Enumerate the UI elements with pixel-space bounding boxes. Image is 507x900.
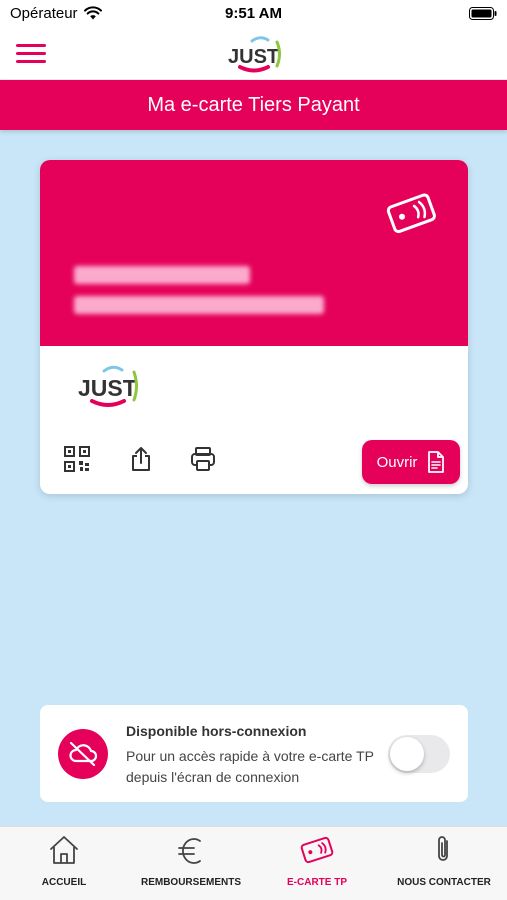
e-card: JUST Ouvrir: [40, 160, 468, 494]
blurred-holder-number: [74, 296, 324, 314]
card-header: [40, 160, 468, 346]
brand-logo: JUST: [228, 36, 281, 73]
document-icon: [428, 451, 445, 473]
page-title: Ma e-carte Tiers Payant: [147, 94, 360, 116]
euro-icon: [178, 838, 201, 864]
tab-label: REMBOURSEMENTS: [140, 877, 241, 888]
tab-nous-contacter[interactable]: NOUS CONTACTER: [392, 827, 496, 900]
tab-e-carte-tp[interactable]: E-CARTE TP: [272, 827, 362, 900]
tab-label: ACCUEIL: [41, 877, 87, 888]
open-card-button[interactable]: Ouvrir: [362, 440, 460, 484]
bottom-tab-bar: ACCUEIL REMBOURSEMENTS E-CARTE TP NOUS C…: [0, 826, 507, 900]
clock: 9:51 AM: [225, 5, 282, 22]
qr-code-icon[interactable]: [64, 446, 90, 472]
page-title-band: Ma e-carte Tiers Payant: [0, 80, 507, 130]
status-bar: Opérateur 9:51 AM: [0, 0, 507, 28]
contactless-card-icon: [386, 193, 436, 234]
share-icon[interactable]: [129, 446, 153, 472]
svg-text:JUST: JUST: [228, 46, 279, 68]
open-card-label: Ouvrir: [376, 453, 418, 471]
home-icon: [50, 836, 78, 864]
toggle-knob: [390, 737, 424, 771]
tab-label: NOUS CONTACTER: [397, 877, 491, 888]
tab-label: E-CARTE TP: [287, 877, 347, 888]
tab-remboursements[interactable]: REMBOURSEMENTS: [132, 827, 250, 900]
tab-accueil[interactable]: ACCUEIL: [18, 827, 110, 900]
app-header: JUST: [0, 28, 507, 80]
battery-icon: [469, 7, 497, 20]
card-brand-logo: JUST: [78, 365, 138, 407]
svg-text:JUST: JUST: [78, 375, 137, 401]
offline-panel: Disponible hors-connexion Pour un accès …: [40, 705, 468, 802]
offline-description: Pour un accès rapide à votre e-carte TP …: [126, 748, 374, 785]
offline-toggle[interactable]: [388, 735, 450, 773]
cloud-off-icon: [58, 729, 108, 779]
hamburger-menu-icon[interactable]: [16, 41, 46, 65]
print-icon[interactable]: [190, 446, 216, 472]
card-icon: [300, 836, 334, 864]
paperclip-icon: [438, 836, 448, 861]
offline-title: Disponible hors-connexion: [126, 723, 307, 739]
blurred-holder-name: [74, 266, 250, 284]
